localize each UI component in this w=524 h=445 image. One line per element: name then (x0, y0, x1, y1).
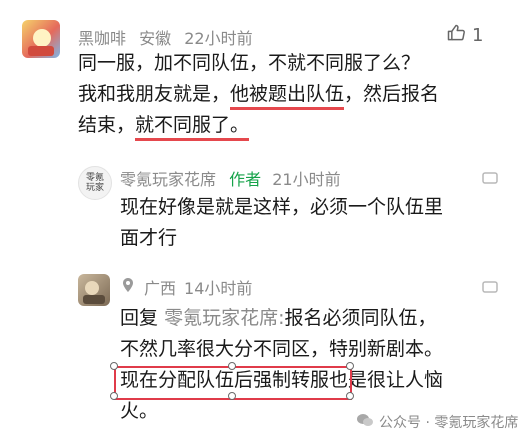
reply-to-user[interactable]: 零氪玩家花席: (164, 307, 284, 329)
comment-line: 现在好像是就是这样，必须一个队伍里 (120, 196, 444, 218)
resize-handle[interactable] (228, 362, 236, 370)
resize-handle[interactable] (346, 392, 354, 400)
comment-line: 面才行 (120, 227, 178, 249)
avatar-text: 玩家 (85, 183, 104, 193)
underlined-text: 他被题出队伍 (230, 83, 345, 110)
comment-meta: 黑咖啡 安徽 22小时前 (78, 25, 253, 49)
thumbs-up-icon (446, 23, 466, 48)
comment-text: 结束， (78, 114, 136, 136)
watermark-text: 公众号 · 零氪玩家花席 (379, 415, 519, 431)
avatar[interactable] (78, 274, 110, 306)
username[interactable]: 零氪玩家花席 (120, 170, 216, 189)
watermark: 公众号 · 零氪玩家花席 (356, 412, 518, 432)
resize-handle[interactable] (346, 362, 354, 370)
user-location: 安徽 (139, 29, 172, 48)
reply-prefix: 回复 (120, 307, 159, 329)
more-icon[interactable] (480, 279, 500, 293)
comment-time: 21小时前 (272, 170, 341, 189)
comment-text: ，然后报名 (344, 83, 440, 105)
comment-meta: 零氪玩家花席 作者 21小时前 (120, 166, 341, 190)
author-avatar[interactable]: 零氪 玩家 (78, 166, 112, 200)
like-button[interactable]: 1 (446, 23, 483, 48)
avatar-text: 零氪 (85, 173, 104, 183)
comment-line: 不然几率很大分不同区，特别新剧本。 (120, 338, 444, 360)
comment-body: 同一服，加不同队伍，不就不同服了么？ 我和我朋友就是，他被题出队伍，然后报名 结… (78, 48, 498, 141)
comment-line: 结束，就不同服了。 (78, 110, 498, 141)
user-location[interactable]: 广西 (144, 275, 176, 299)
location-icon (120, 277, 138, 297)
like-count: 1 (472, 25, 484, 46)
comment-meta: 广西 14小时前 (120, 275, 252, 299)
comment-body: 现在好像是就是这样，必须一个队伍里 面才行 (120, 192, 510, 254)
resize-handle[interactable] (110, 362, 118, 370)
comment-line: 回复 零氪玩家花席:报名必须同队伍， (120, 303, 510, 334)
comment-line: 同一服，加不同队伍，不就不同服了么？ (78, 52, 421, 74)
resize-handle[interactable] (228, 392, 236, 400)
comment-line: 我和我朋友就是，他被题出队伍，然后报名 (78, 79, 498, 110)
underlined-text: 就不同服了。 (135, 114, 250, 141)
avatar[interactable] (22, 20, 60, 58)
comment-time: 22小时前 (184, 29, 253, 48)
author-badge: 作者 (229, 170, 262, 189)
comment-body: 回复 零氪玩家花席:报名必须同队伍， 不然几率很大分不同区，特别新剧本。 现在分… (120, 303, 510, 427)
more-icon[interactable] (480, 170, 500, 184)
resize-handle[interactable] (110, 392, 118, 400)
username[interactable]: 黑咖啡 (78, 29, 126, 48)
comment-time: 14小时前 (184, 279, 253, 298)
wechat-icon (356, 412, 374, 432)
comment-text: 我和我朋友就是， (78, 83, 231, 105)
avatar-image (83, 281, 105, 304)
avatar-image (28, 29, 54, 56)
comment-text: 报名必须同队伍， (284, 307, 437, 329)
